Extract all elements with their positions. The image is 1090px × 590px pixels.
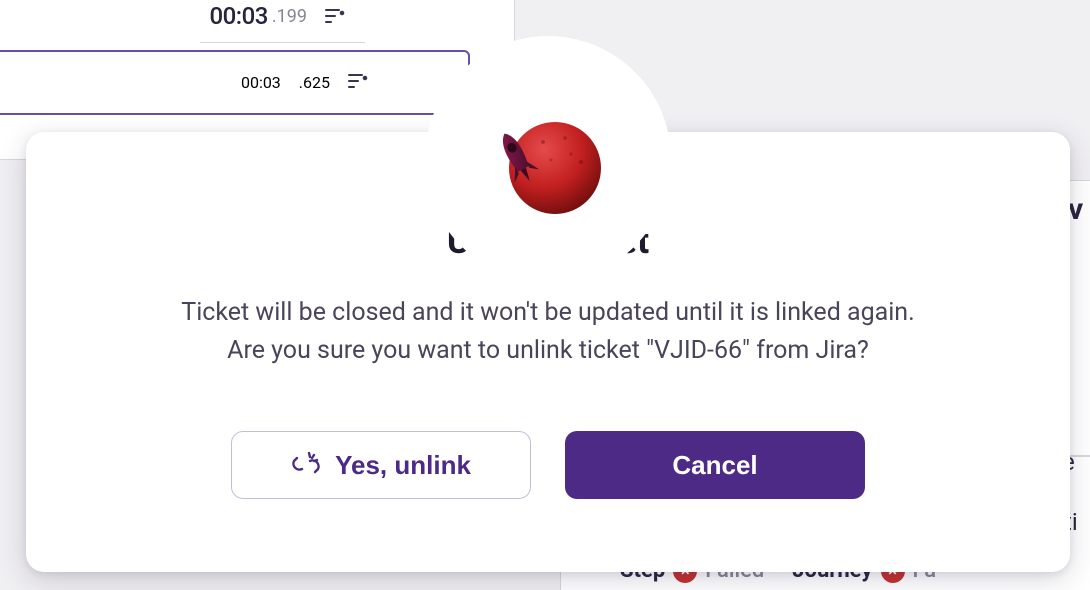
- time-fraction: .199: [272, 6, 307, 27]
- filter-lines-icon: [348, 72, 368, 94]
- time-main: 00:03: [241, 73, 281, 92]
- dialog-body-line2: Are you sure you want to unlink ticket "…: [181, 332, 914, 370]
- yes-unlink-label: Yes, unlink: [335, 450, 471, 481]
- rocket-planet-icon: [493, 110, 603, 220]
- unlink-ticket-dialog: Unlink ticket Ticket will be closed and …: [26, 132, 1070, 572]
- logo-badge: [425, 36, 671, 282]
- time-main: 00:03: [210, 2, 268, 30]
- partial-text: v: [1068, 192, 1083, 227]
- cancel-label: Cancel: [672, 450, 757, 481]
- cancel-button[interactable]: Cancel: [565, 431, 865, 499]
- dialog-body: Ticket will be closed and it won't be up…: [181, 294, 914, 369]
- unlink-icon: [291, 450, 321, 480]
- timing-row: 00:03 .199: [200, 2, 365, 43]
- dialog-body-line1: Ticket will be closed and it won't be up…: [181, 294, 914, 332]
- selected-timing-row[interactable]: 00:03 .625: [0, 50, 470, 115]
- time-fraction: .625: [299, 73, 330, 92]
- dialog-actions: Yes, unlink Cancel: [231, 431, 865, 499]
- filter-lines-icon: [325, 7, 345, 25]
- yes-unlink-button[interactable]: Yes, unlink: [231, 431, 531, 499]
